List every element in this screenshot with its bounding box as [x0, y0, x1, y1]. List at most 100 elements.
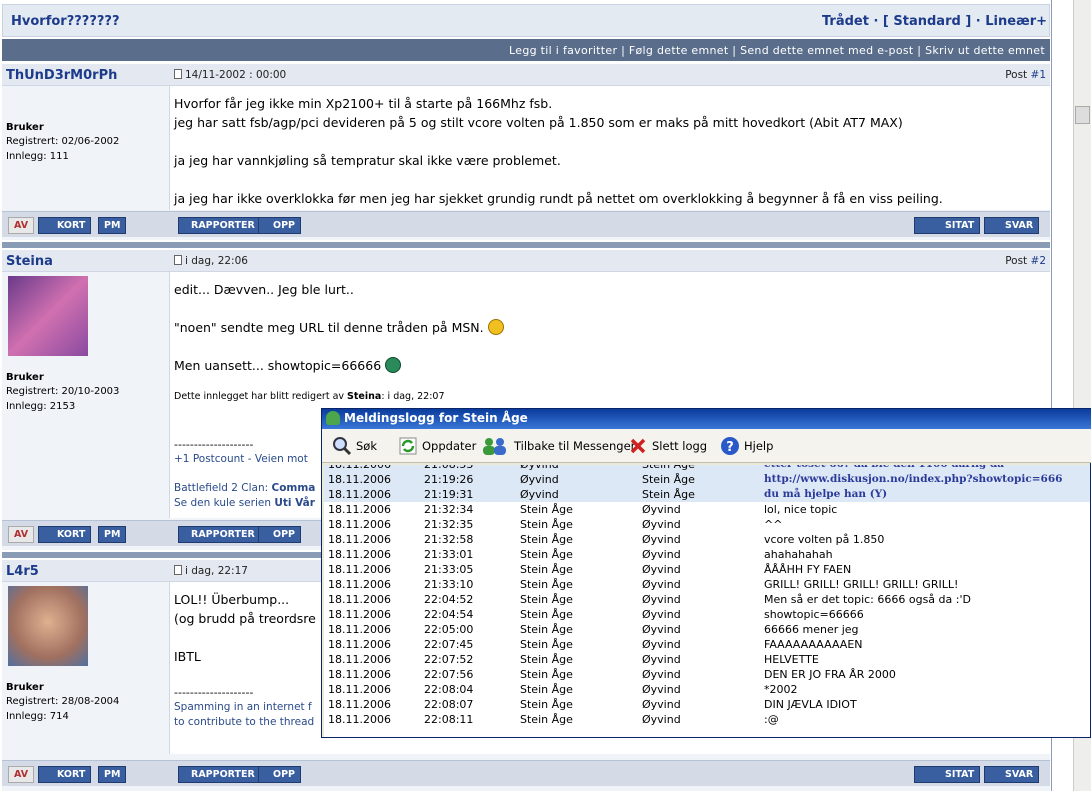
log-time: 21:32:35 [424, 518, 474, 531]
up-button[interactable]: OPP [258, 217, 302, 234]
post-author[interactable]: L4r5 [6, 564, 39, 579]
log-to: Øyvind [642, 668, 681, 681]
help-icon: ? [721, 437, 739, 455]
log-row[interactable]: 18.11.2006 21:33:01 Stein Åge Øyvind ahahaha… [324, 547, 1090, 562]
log-row[interactable]: 18.11.2006 22:07:56 Stein Åge Øyvind DEN ER … [324, 667, 1090, 682]
report-button[interactable]: RAPPORTER [178, 217, 261, 234]
log-time: 21:19:31 [424, 488, 474, 501]
av-button[interactable]: AV [8, 526, 35, 543]
log-message: Men så er det topic: 6666 også da :'D [764, 593, 971, 606]
log-row[interactable]: 18.11.2006 22:08:07 Stein Åge Øyvind DIN JÆV… [324, 697, 1090, 712]
log-time: 21:19:26 [424, 473, 474, 486]
window-titlebar[interactable]: Meldingslogg for Stein Åge [322, 409, 1091, 429]
log-row[interactable]: 18.11.2006 21:08:53 Øyvind Stein Åge etter t… [324, 465, 1090, 472]
log-to: Øyvind [642, 698, 681, 711]
report-button[interactable]: RAPPORTER [178, 526, 261, 543]
post-buttons: AV KORT PM RAPPORTER OPP SITAT SVAR [2, 760, 1050, 786]
log-from: Øyvind [520, 465, 559, 471]
post-text: "noen" sendte meg URL til denne tråden p… [174, 320, 484, 335]
av-button[interactable]: AV [8, 217, 35, 234]
delete-log-button[interactable]: Slett logg [628, 436, 707, 458]
log-from: Stein Åge [520, 713, 573, 726]
log-row[interactable]: 18.11.2006 21:19:26 Øyvind Stein Åge http://… [324, 472, 1090, 487]
log-row[interactable]: 18.11.2006 21:33:05 Stein Åge Øyvind ÅÅÅHH F… [324, 562, 1090, 577]
search-label: Søk [356, 439, 377, 453]
log-row[interactable]: 18.11.2006 22:08:04 Stein Åge Øyvind *2002 [324, 682, 1090, 697]
log-row[interactable]: 18.11.2006 21:32:34 Stein Åge Øyvind lol, ni… [324, 502, 1090, 517]
thread-title[interactable]: Hvorfor??????? [11, 14, 119, 29]
log-time: 21:33:01 [424, 548, 474, 561]
log-time: 22:07:52 [424, 653, 474, 666]
post-link[interactable]: #2 [1031, 255, 1046, 267]
log-row[interactable]: 18.11.2006 22:07:52 Stein Åge Øyvind HELVETT… [324, 652, 1090, 667]
log-time: 22:07:56 [424, 668, 474, 681]
thread-actions[interactable]: Legg til i favoritter | Følg dette emnet… [2, 39, 1050, 61]
log-time: 22:04:52 [424, 593, 474, 606]
log-time: 21:33:05 [424, 563, 474, 576]
log-date: 18.11.2006 [328, 578, 391, 591]
log-row[interactable]: 18.11.2006 21:32:58 Stein Åge Øyvind vcore v… [324, 532, 1090, 547]
log-date: 18.11.2006 [328, 473, 391, 486]
reply-button[interactable]: SVAR [984, 217, 1040, 234]
av-button[interactable]: AV [8, 766, 35, 783]
post-author[interactable]: Steina [6, 254, 53, 269]
log-row[interactable]: 18.11.2006 21:19:31 Øyvind Stein Åge du må h… [324, 487, 1090, 502]
log-date: 18.11.2006 [328, 683, 391, 696]
log-toolbar: Søk Oppdater Tilbake til Messenger Slett… [322, 429, 1091, 463]
log-message: 66666 mener jeg [764, 623, 859, 636]
post-author[interactable]: ThUnD3rM0rPh [6, 68, 117, 83]
back-to-messenger-button[interactable]: Tilbake til Messenger [480, 436, 635, 458]
pm-button[interactable]: PM [98, 526, 127, 543]
log-row[interactable]: 18.11.2006 21:33:10 Stein Åge Øyvind GRILL! … [324, 577, 1090, 592]
log-message: ^^ [764, 518, 783, 531]
log-message: FAAAAAAAAAAEN [764, 638, 863, 651]
report-button[interactable]: RAPPORTER [178, 766, 261, 783]
signature-text: Battlefield 2 Clan: [174, 482, 272, 494]
document-icon [174, 69, 182, 79]
signature-link[interactable]: Uti Vår [274, 497, 315, 509]
quote-button[interactable]: SITAT [914, 217, 981, 234]
log-row[interactable]: 18.11.2006 22:04:52 Stein Åge Øyvind Men så … [324, 592, 1090, 607]
up-button[interactable]: OPP [258, 766, 302, 783]
signature-link[interactable]: Comma [271, 482, 315, 494]
up-button[interactable]: OPP [258, 526, 302, 543]
log-from: Stein Åge [520, 533, 573, 546]
post-label: Post [1005, 69, 1028, 81]
grin-smiley-icon [385, 357, 402, 373]
log-row[interactable]: 18.11.2006 22:08:11 Stein Åge Øyvind:@ [324, 712, 1090, 727]
user-post-count: Innlegg: 111 [6, 151, 69, 162]
profile-card-button[interactable]: KORT [38, 766, 92, 783]
profile-card-button[interactable]: KORT [38, 526, 92, 543]
message-log-list[interactable]: 18.11.2006 21:08:53 Øyvind Stein Åge etter t… [324, 465, 1090, 737]
search-button[interactable]: Søk [332, 436, 377, 458]
view-mode-links[interactable]: Trådet · [ Standard ] · Lineær+ [822, 14, 1047, 29]
user-info: Bruker Registrert: 20/10-2003 Innlegg: 2… [2, 272, 170, 518]
log-date: 18.11.2006 [328, 563, 391, 576]
help-button[interactable]: ? Hjelp [720, 436, 773, 458]
log-row[interactable]: 18.11.2006 22:04:54 Stein Åge Øyvind showtop… [324, 607, 1090, 622]
user-registered: Registrert: 28/08-2004 [6, 696, 120, 707]
thread-actions-text[interactable]: Legg til i favoritter | Følg dette emnet… [509, 44, 1045, 57]
post-text: edit... Dævven.. Jeg ble lurt.. [174, 282, 354, 297]
pm-button[interactable]: PM [98, 766, 127, 783]
refresh-button[interactable]: Oppdater [398, 436, 476, 458]
log-from: Stein Åge [520, 668, 573, 681]
user-rank: Bruker [6, 122, 44, 133]
log-row[interactable]: 18.11.2006 22:07:45 Stein Åge Øyvind FAAAAAA… [324, 637, 1090, 652]
log-row[interactable]: 18.11.2006 21:32:35 Stein Åge Øyvind ^^ [324, 517, 1090, 532]
log-date: 18.11.2006 [328, 593, 391, 606]
quote-button[interactable]: SITAT [914, 766, 981, 783]
log-date: 18.11.2006 [328, 653, 391, 666]
log-date: 18.11.2006 [328, 668, 391, 681]
profile-card-button[interactable]: KORT [38, 217, 92, 234]
post-link[interactable]: #1 [1031, 69, 1046, 81]
log-message: ÅÅÅHH FY FAEN [764, 563, 852, 576]
pm-button[interactable]: PM [98, 217, 127, 234]
avatar [8, 586, 88, 666]
log-date: 18.11.2006 [328, 488, 391, 501]
scroll-thumb[interactable] [1075, 106, 1090, 124]
log-date: 18.11.2006 [328, 608, 391, 621]
log-row[interactable]: 18.11.2006 22:05:00 Stein Åge Øyvind 66666 m… [324, 622, 1090, 637]
reply-button[interactable]: SVAR [984, 766, 1040, 783]
user-rank: Bruker [6, 372, 44, 383]
